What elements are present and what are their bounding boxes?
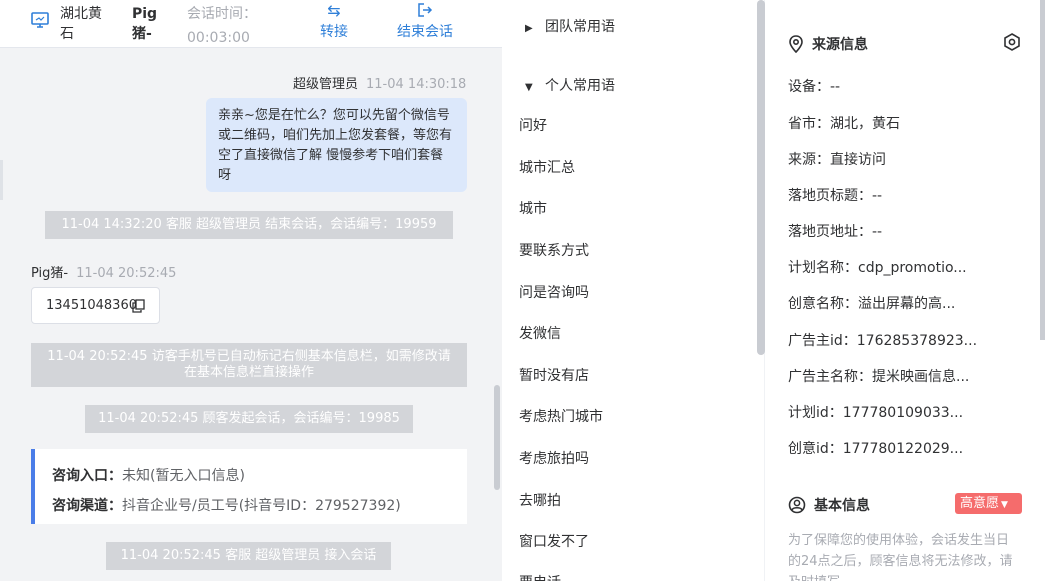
transfer-button[interactable]: ⇆ 转接: [306, 0, 362, 42]
consult-channel-label: 咨询渠道：: [52, 498, 122, 514]
visitor-phone-message: 13451048360: [31, 287, 160, 324]
source-row: 创意名称：溢出屏幕的高...: [788, 296, 956, 312]
transfer-label: 转接: [320, 24, 348, 40]
source-row: 落地页地址：--: [788, 224, 883, 240]
consult-entry-value: 未知(暂无入口信息): [122, 468, 245, 484]
source-row: 计划id：177780109033...: [788, 405, 964, 421]
phrase-item[interactable]: 要电话: [519, 572, 561, 581]
customer-info-panel: 来源信息 设备：-- 省市：湖北，黄石 来源：直接访问 落地页标题：-- 落地页…: [765, 0, 1045, 581]
phrases-scrollbar[interactable]: [757, 0, 765, 355]
phrase-item[interactable]: 问是咨询吗: [519, 282, 589, 302]
caret-down-icon: ▼: [1001, 500, 1008, 510]
system-message: 11-04 14:32:20 客服 超级管理员 结束会话，会话编号：19959: [45, 211, 453, 239]
phrase-item[interactable]: 发微信: [519, 323, 561, 343]
source-row: 设备：--: [788, 79, 841, 95]
info-scrollbar[interactable]: [1040, 0, 1045, 340]
consult-info-card: 咨询入口：未知(暂无入口信息) 咨询渠道：抖音企业号/员工号(抖音号ID：279…: [31, 449, 467, 524]
source-row: 创意id：177780122029...: [788, 441, 964, 457]
phrase-item[interactable]: 考虑热门城市: [519, 406, 603, 426]
visitor-message-name: Pig猪-: [31, 266, 69, 281]
consult-channel-value: 抖音企业号/员工号(抖音号ID：279527392): [122, 498, 401, 514]
basic-info-title: 基本信息: [788, 495, 870, 515]
monitor-icon: [31, 12, 49, 28]
visitor-message-time: 11-04 20:52:45: [76, 266, 177, 281]
source-row: 省市：湖北，黄石: [788, 116, 900, 132]
phrase-item[interactable]: 去哪拍: [519, 490, 561, 510]
exit-icon: [382, 0, 468, 22]
consult-entry-row: 咨询入口：未知(暂无入口信息): [52, 461, 450, 491]
agent-message-time: 11-04 14:30:18: [366, 77, 467, 92]
location-pin-icon: [789, 35, 803, 54]
caret-down-icon: ▼: [525, 82, 533, 93]
intent-level-value: 高意愿: [960, 496, 1000, 511]
source-row: 落地页标题：--: [788, 188, 883, 204]
consult-channel-row: 咨询渠道：抖音企业号/员工号(抖音号ID：279527392): [52, 491, 450, 521]
source-row: 计划名称：cdp_promotio...: [788, 260, 967, 276]
visitor-phone: 13451048360: [46, 298, 137, 313]
phrase-item[interactable]: 考虑旅拍吗: [519, 448, 589, 468]
source-row: 广告主名称：提米映画信息...: [788, 369, 970, 385]
team-phrases-label: 团队常用语: [545, 19, 615, 35]
session-time: 会话时间： 00:03:00: [187, 4, 277, 48]
system-message: 11-04 20:52:45 顾客发起会话，会话编号：19985: [85, 405, 413, 433]
phrase-item[interactable]: 城市汇总: [519, 157, 575, 177]
agent-message-meta: 超级管理员 11-04 14:30:18: [293, 73, 466, 92]
consult-entry-label: 咨询入口：: [52, 468, 122, 484]
personal-phrases-label: 个人常用语: [545, 78, 615, 94]
source-row: 来源：直接访问: [788, 152, 886, 168]
source-row: 广告主id：176285378923...: [788, 333, 978, 349]
caret-right-icon: ▶: [525, 23, 533, 34]
transfer-icon: ⇆: [327, 1, 341, 20]
left-edge-bar: [0, 160, 3, 200]
chat-panel: 湖北黄石 Pig猪- 会话时间： 00:03:00 ⇆ 转接 结束会话 超级管理…: [0, 0, 502, 581]
system-message: 11-04 20:52:45 客服 超级管理员 接入会话: [106, 542, 391, 570]
visitor-name: Pig猪-: [132, 6, 158, 42]
chat-header: 湖北黄石 Pig猪- 会话时间： 00:03:00 ⇆ 转接 结束会话: [0, 0, 502, 48]
phrase-item[interactable]: 问好: [519, 115, 547, 135]
phrase-item[interactable]: 城市: [519, 198, 547, 218]
chat-workspace: 湖北黄石 Pig猪- 会话时间： 00:03:00 ⇆ 转接 结束会话 超级管理…: [0, 0, 1045, 581]
team-phrases-group[interactable]: ▶ 团队常用语: [525, 16, 615, 36]
basic-info-label: 基本信息: [814, 498, 870, 514]
source-info-label: 来源信息: [812, 37, 868, 53]
phrase-item[interactable]: 要联系方式: [519, 240, 589, 260]
phrase-item[interactable]: 窗口发不了: [519, 531, 589, 551]
intent-level-dropdown[interactable]: 高意愿 ▼: [955, 493, 1022, 514]
phrase-item[interactable]: 暂时没有店: [519, 365, 589, 385]
user-circle-icon: [788, 496, 806, 514]
personal-phrases-group[interactable]: ▼ 个人常用语: [525, 75, 615, 95]
settings-icon[interactable]: [1003, 33, 1021, 51]
system-message: 11-04 20:52:45 访客手机号已自动标记右侧基本信息栏，如需修改请在基…: [31, 343, 467, 387]
source-info-title: 来源信息: [788, 34, 868, 54]
end-session-label: 结束会话: [397, 24, 453, 40]
copy-icon[interactable]: [132, 299, 145, 313]
visitor-region: 湖北黄石: [60, 6, 102, 42]
chat-scrollbar[interactable]: [494, 385, 500, 490]
end-session-button[interactable]: 结束会话: [382, 0, 468, 42]
session-time-label: 会话时间：: [187, 6, 257, 22]
agent-message-bubble: 亲亲~您是在忙么？您可以先留个微信号或二维码，咱们先加上您发套餐，等您有空了直接…: [206, 98, 467, 192]
visitor-message-meta: Pig猪- 11-04 20:52:45: [31, 262, 176, 281]
session-time-value: 00:03:00: [187, 30, 250, 46]
basic-info-note: 为了保障您的使用体验，会话发生当日的24点之后，顾客信息将无法修改，请及时填写: [788, 533, 1013, 581]
agent-name: 超级管理员: [293, 77, 359, 92]
quick-phrases-panel: ▶ 团队常用语 ▼ 个人常用语 问好 城市汇总 城市 要联系方式 问是咨询吗 发微信…: [502, 0, 764, 581]
